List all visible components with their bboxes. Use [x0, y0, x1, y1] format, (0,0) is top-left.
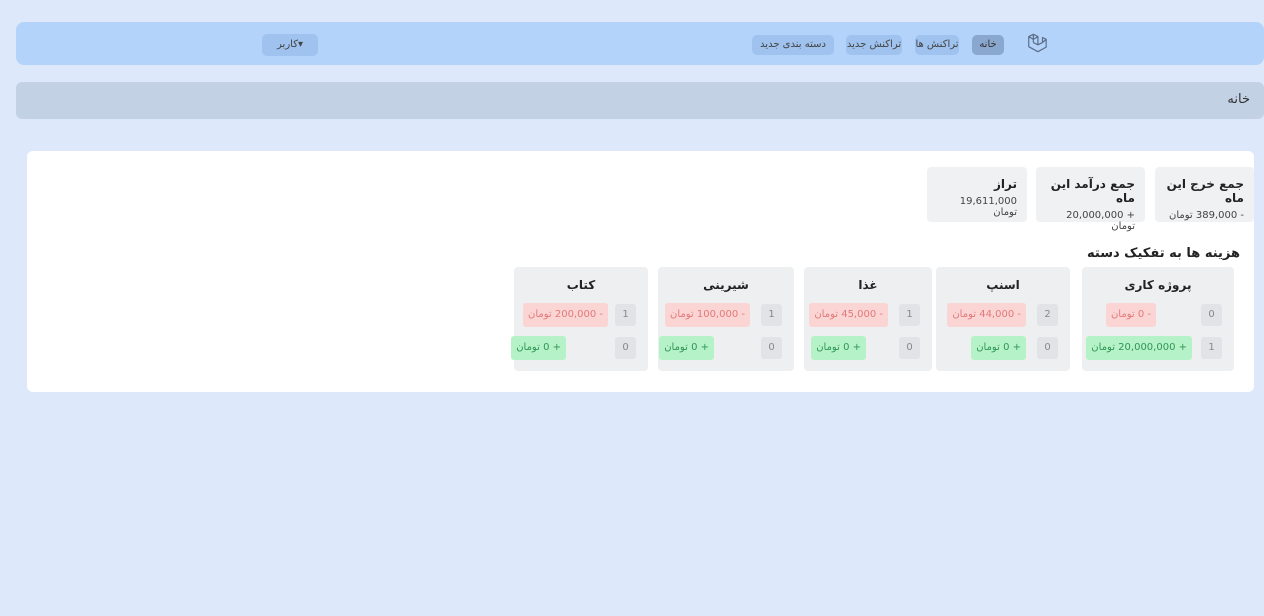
category-name: شیرینی	[703, 278, 749, 292]
category-card: غذا 1 - 45,000 تومان 0 + 0 تومان	[804, 267, 932, 371]
page-title: خانه	[1227, 92, 1250, 107]
stat-title: جمع درآمد این ماه	[1050, 177, 1135, 205]
income-count: 0	[899, 337, 920, 359]
expense-amount: - 0 تومان	[1105, 303, 1156, 327]
category-card: شیرینی 1 - 100,000 تومان 0 + 0 تومان	[658, 267, 794, 371]
expense-count: 1	[899, 304, 920, 326]
nav-home[interactable]: خانه	[972, 35, 1004, 55]
income-count: 0	[615, 337, 636, 359]
dashboard-panel: جمع خرج این ماه - 389,000 تومان جمع درآم…	[27, 151, 1254, 392]
category-card: اسنپ 2 - 44,000 تومان 0 + 0 تومان	[936, 267, 1070, 371]
income-count: 0	[761, 337, 782, 359]
expense-amount: - 200,000 تومان	[522, 303, 608, 327]
breadcrumb: خانه	[16, 82, 1264, 119]
stat-value: - 389,000 تومان	[1168, 210, 1244, 221]
category-name: غذا	[858, 278, 878, 292]
income-amount: + 20,000,000 تومان	[1086, 336, 1192, 360]
section-title: هزینه ها به تفکیک دسته	[1087, 246, 1240, 261]
top-navbar: خانه تراکنش ها تراکنش جدید دسته بندی جدی…	[16, 22, 1264, 65]
expense-amount: - 45,000 تومان	[809, 303, 888, 327]
income-count: 0	[1037, 337, 1058, 359]
category-card: پروژه کاری 0 - 0 تومان 1 + 20,000,000 تو…	[1082, 267, 1234, 371]
category-name: پروژه کاری	[1124, 278, 1192, 292]
expense-count: 0	[1201, 304, 1222, 326]
laravel-logo-icon[interactable]	[1026, 32, 1048, 54]
category-card: کتاب 1 - 200,000 تومان 0 + 0 تومان	[511, 267, 648, 371]
expense-count: 2	[1037, 304, 1058, 326]
expense-count: 1	[615, 304, 636, 326]
income-amount: + 0 تومان	[511, 336, 566, 360]
stat-monthly-expense: جمع خرج این ماه - 389,000 تومان	[1155, 167, 1254, 222]
nav-new-category[interactable]: دسته بندی جدید	[752, 35, 834, 55]
income-amount: + 0 تومان	[971, 336, 1026, 360]
expense-count: 1	[761, 304, 782, 326]
stat-title: تراز	[994, 177, 1017, 191]
income-amount: + 0 تومان	[811, 336, 866, 360]
nav-new-transaction[interactable]: تراکنش جدید	[846, 35, 902, 55]
stat-value: + 20,000,000 تومان	[1066, 210, 1135, 232]
stat-value: 19,611,000 تومان	[959, 196, 1017, 218]
income-amount: + 0 تومان	[659, 336, 714, 360]
stat-balance: تراز 19,611,000 تومان	[927, 167, 1027, 222]
nav-transactions[interactable]: تراکنش ها	[915, 35, 959, 55]
expense-amount: - 44,000 تومان	[947, 303, 1026, 327]
user-dropdown[interactable]: کاربر▾	[262, 34, 318, 56]
stat-title: جمع خرج این ماه	[1166, 177, 1244, 205]
stat-monthly-income: جمع درآمد این ماه + 20,000,000 تومان	[1036, 167, 1145, 232]
category-name: کتاب	[566, 278, 596, 292]
income-count: 1	[1201, 337, 1222, 359]
category-name: اسنپ	[986, 278, 1020, 292]
expense-amount: - 100,000 تومان	[664, 303, 750, 327]
